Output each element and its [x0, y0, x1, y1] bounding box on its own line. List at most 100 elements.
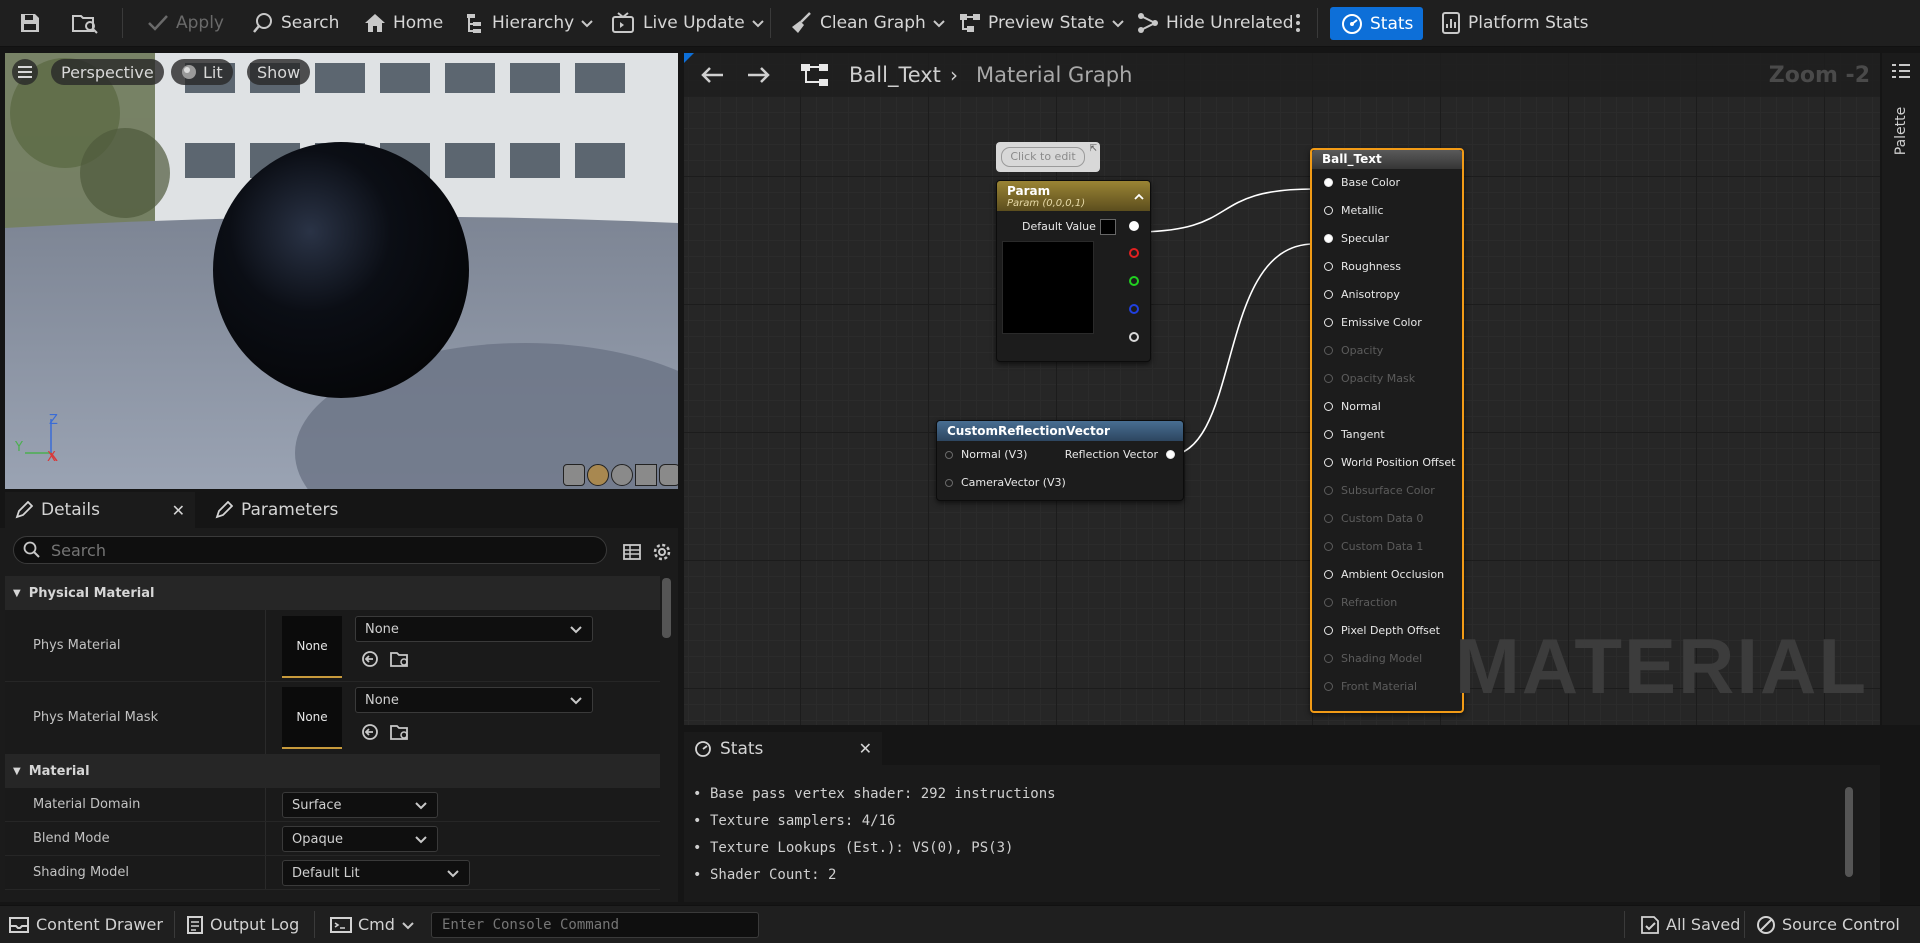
- collapse-chevron-icon[interactable]: [1134, 192, 1144, 200]
- result-pin[interactable]: Roughness: [1324, 260, 1401, 273]
- material-graph-canvas[interactable]: Ball_Text › Material Graph Zoom -2 Click…: [684, 53, 1880, 725]
- result-pin[interactable]: Base Color: [1324, 176, 1400, 189]
- phys-material-asset-picker[interactable]: None: [355, 616, 593, 642]
- shading-model-dropdown[interactable]: Default Lit: [282, 860, 470, 886]
- phys-material-mask-thumbnail[interactable]: None: [282, 687, 342, 749]
- lit-button[interactable]: Lit: [171, 59, 233, 85]
- more-options-button[interactable]: [1294, 8, 1302, 38]
- pin-socket[interactable]: [1324, 262, 1333, 271]
- param-node-header[interactable]: Param Param (0,0,0,1): [997, 181, 1150, 211]
- browse-button[interactable]: [71, 8, 99, 38]
- category-material[interactable]: ▼ Material: [5, 754, 660, 788]
- content-drawer-button[interactable]: Content Drawer: [8, 906, 163, 943]
- use-selected-arrow-icon[interactable]: [360, 722, 380, 742]
- result-node-header[interactable]: Ball_Text: [1312, 150, 1462, 169]
- console-command-input[interactable]: [431, 912, 759, 938]
- phys-material-thumbnail[interactable]: None: [282, 616, 342, 678]
- palette-list-icon[interactable]: [1892, 63, 1910, 79]
- close-icon[interactable]: ✕: [859, 739, 872, 758]
- details-scrollbar[interactable]: [662, 578, 671, 638]
- browse-folder-icon[interactable]: [389, 722, 411, 742]
- save-button[interactable]: [18, 8, 42, 38]
- clean-graph-dropdown[interactable]: Clean Graph: [790, 8, 946, 38]
- pin-socket[interactable]: [1324, 318, 1333, 327]
- palette-tab[interactable]: Palette: [1893, 98, 1909, 164]
- custom-reflection-vector-node[interactable]: CustomReflectionVector Normal (V3) Camer…: [936, 420, 1184, 501]
- table-view-icon[interactable]: [622, 542, 642, 562]
- cmd-dropdown[interactable]: Cmd: [330, 906, 415, 943]
- pin-socket[interactable]: [1324, 626, 1333, 635]
- phys-material-mask-asset-picker[interactable]: None: [355, 687, 593, 713]
- comment-bubble-text[interactable]: Click to edit: [1001, 147, 1085, 167]
- material-result-node[interactable]: Ball_Text Base Color Metallic Specular Roug…: [1310, 148, 1464, 713]
- pin-socket[interactable]: [1324, 570, 1333, 579]
- browse-folder-icon[interactable]: [389, 649, 411, 669]
- details-search-bar[interactable]: [13, 536, 607, 564]
- stats-scrollbar[interactable]: [1845, 787, 1853, 877]
- category-physical-material[interactable]: ▼ Physical Material: [5, 576, 660, 610]
- plane-preview-icon[interactable]: [611, 464, 633, 486]
- live-update-dropdown[interactable]: Live Update: [611, 8, 765, 38]
- preview-state-dropdown[interactable]: Preview State: [958, 8, 1125, 38]
- pin-socket[interactable]: [945, 450, 953, 459]
- stats-button[interactable]: Stats: [1330, 7, 1424, 40]
- perspective-button[interactable]: Perspective: [51, 59, 164, 85]
- result-pin[interactable]: Metallic: [1324, 204, 1384, 217]
- hierarchy-dropdown[interactable]: Hierarchy: [464, 8, 594, 38]
- viewport-menu-button[interactable]: [12, 59, 38, 85]
- pin-socket[interactable]: [1324, 430, 1333, 439]
- result-pin[interactable]: World Position Offset: [1324, 456, 1455, 469]
- pin-socket[interactable]: [1166, 450, 1175, 459]
- output-pin-r[interactable]: [1129, 248, 1139, 258]
- details-search-input[interactable]: [49, 539, 573, 561]
- crv-input-normal[interactable]: Normal (V3): [945, 448, 1027, 461]
- result-pin[interactable]: Specular: [1324, 232, 1389, 245]
- close-icon[interactable]: ✕: [172, 501, 185, 520]
- comment-bubble[interactable]: Click to edit ⇱: [996, 142, 1100, 172]
- tab-details[interactable]: Details ✕: [5, 492, 195, 528]
- pin-socket[interactable]: [1324, 178, 1333, 187]
- teapot-preview-icon[interactable]: [659, 464, 678, 486]
- hide-unrelated-button[interactable]: Hide Unrelated: [1136, 8, 1294, 38]
- sphere-preview-icon[interactable]: [587, 464, 609, 486]
- output-pin-g[interactable]: [1129, 276, 1139, 286]
- result-pin[interactable]: Tangent: [1324, 428, 1385, 441]
- source-control-button[interactable]: Source Control: [1756, 906, 1900, 943]
- crv-output-reflection-vector[interactable]: Reflection Vector: [1065, 448, 1175, 461]
- result-pin[interactable]: Ambient Occlusion: [1324, 568, 1444, 581]
- tab-parameters[interactable]: Parameters: [205, 492, 348, 528]
- blend-mode-dropdown[interactable]: Opaque: [282, 826, 438, 852]
- platform-stats-button[interactable]: Platform Stats: [1440, 8, 1589, 38]
- material-domain-dropdown[interactable]: Surface: [282, 792, 438, 818]
- preview-viewport[interactable]: Perspective Lit Show Z Y X: [5, 53, 678, 489]
- pin-socket[interactable]: [1324, 234, 1333, 243]
- pin-socket[interactable]: [1324, 402, 1333, 411]
- cube-preview-icon[interactable]: [635, 464, 657, 486]
- param-node[interactable]: Param Param (0,0,0,1) Default Value: [996, 180, 1151, 362]
- output-log-button[interactable]: Output Log: [186, 906, 299, 943]
- result-pin[interactable]: Normal: [1324, 400, 1381, 413]
- use-selected-arrow-icon[interactable]: [360, 649, 380, 669]
- pin-comment-icon[interactable]: ⇱: [1089, 144, 1097, 154]
- all-saved-status[interactable]: All Saved: [1640, 906, 1740, 943]
- search-button[interactable]: Search: [251, 8, 339, 38]
- show-button[interactable]: Show: [247, 59, 311, 85]
- default-value-swatch[interactable]: [1100, 219, 1116, 235]
- tab-stats[interactable]: Stats ✕: [684, 732, 882, 765]
- pin-socket[interactable]: [1324, 206, 1333, 215]
- output-pin-rgba[interactable]: [1129, 221, 1139, 231]
- output-pin-a[interactable]: [1129, 332, 1139, 342]
- result-pin[interactable]: Anisotropy: [1324, 288, 1400, 301]
- output-pin-b[interactable]: [1129, 304, 1139, 314]
- home-button[interactable]: Home: [363, 8, 443, 38]
- cylinder-preview-icon[interactable]: [563, 464, 585, 486]
- result-pin[interactable]: Pixel Depth Offset: [1324, 624, 1440, 637]
- crv-input-camera-vector[interactable]: CameraVector (V3): [945, 476, 1066, 489]
- pin-socket[interactable]: [945, 478, 953, 487]
- result-pin[interactable]: Emissive Color: [1324, 316, 1422, 329]
- pin-socket[interactable]: [1324, 290, 1333, 299]
- apply-button[interactable]: Apply: [146, 8, 224, 38]
- crv-node-header[interactable]: CustomReflectionVector: [937, 421, 1183, 441]
- pin-socket[interactable]: [1324, 458, 1333, 467]
- settings-gear-icon[interactable]: [652, 542, 672, 562]
